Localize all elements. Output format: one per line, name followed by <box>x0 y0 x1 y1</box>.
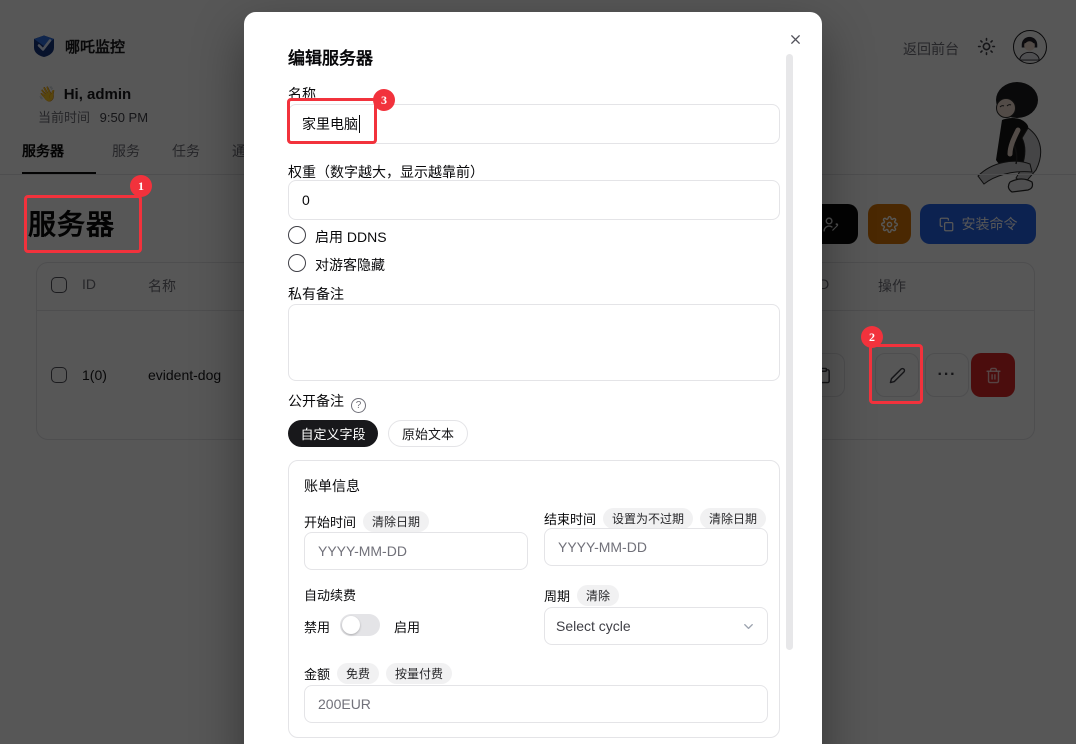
private-note-label: 私有备注 <box>288 284 344 304</box>
annotation-box-3 <box>287 98 377 144</box>
close-icon[interactable] <box>784 28 806 50</box>
weight-label: 权重（数字越大，显示越靠前） <box>288 162 484 182</box>
hide-from-guest-checkbox[interactable] <box>288 254 306 272</box>
segment-raw-text[interactable]: 原始文本 <box>388 420 468 447</box>
modal-title: 编辑服务器 <box>288 44 373 69</box>
annotation-box-1 <box>24 195 142 253</box>
cycle-select[interactable]: Select cycle <box>544 607 768 645</box>
clear-start-date-pill[interactable]: 清除日期 <box>363 511 429 532</box>
public-note-label: 公开备注? <box>288 391 366 413</box>
start-time-label: 开始时间清除日期 <box>304 511 429 532</box>
toggle-off-label: 禁用 <box>304 617 330 636</box>
end-date-input[interactable] <box>544 528 768 566</box>
amount-label: 金额免费按量付费 <box>304 663 452 684</box>
cycle-select-value: Select cycle <box>556 618 631 634</box>
annotation-badge-3: 3 <box>373 89 395 111</box>
never-expire-pill[interactable]: 设置为不过期 <box>603 508 693 529</box>
clear-end-date-pill[interactable]: 清除日期 <box>700 508 766 529</box>
ddns-checkbox[interactable] <box>288 226 306 244</box>
clear-cycle-pill[interactable]: 清除 <box>577 585 619 606</box>
toggle-on-label: 启用 <box>394 617 420 636</box>
amount-input[interactable] <box>304 685 768 723</box>
toggle-knob <box>342 616 360 634</box>
billing-title: 账单信息 <box>304 476 360 496</box>
annotation-badge-1: 1 <box>130 175 152 197</box>
ddns-label: 启用 DDNS <box>315 227 387 247</box>
weight-input[interactable]: 0 <box>288 180 780 220</box>
app-screen: 哪吒监控 👋 Hi, admin 当前时间 9:50 PM 返回前台 <box>0 0 1076 744</box>
modal-scrollbar[interactable] <box>786 54 793 650</box>
auto-renew-label: 自动续费 <box>304 585 356 604</box>
end-time-label: 结束时间设置为不过期清除日期 <box>544 508 766 529</box>
cycle-label: 周期清除 <box>544 585 619 606</box>
annotation-box-2 <box>869 344 923 404</box>
annotation-badge-2: 2 <box>861 326 883 348</box>
chevron-down-icon <box>741 619 756 634</box>
help-icon[interactable]: ? <box>351 398 366 413</box>
metered-pill[interactable]: 按量付费 <box>386 663 452 684</box>
start-date-input[interactable] <box>304 532 528 570</box>
hide-from-guest-label: 对游客隐藏 <box>315 255 385 275</box>
private-note-textarea[interactable] <box>288 304 780 381</box>
weight-value: 0 <box>302 192 310 208</box>
segment-custom-fields[interactable]: 自定义字段 <box>288 420 378 447</box>
auto-renew-toggle[interactable] <box>340 614 380 636</box>
free-pill[interactable]: 免费 <box>337 663 379 684</box>
